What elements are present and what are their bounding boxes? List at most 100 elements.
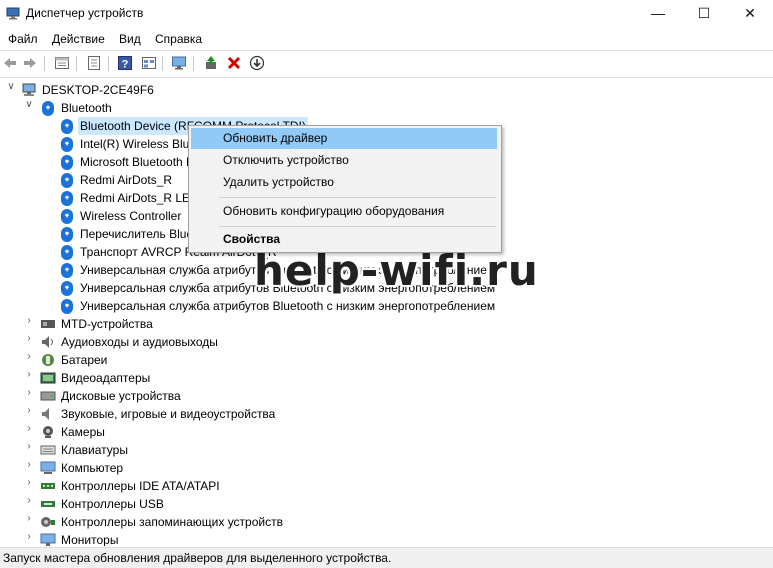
menu-separator xyxy=(219,226,496,227)
bluetooth-icon: ᛭ xyxy=(61,299,73,314)
tree-item[interactable]: Redmi AirDots_R LE xyxy=(80,189,190,207)
toolbar-separator xyxy=(162,56,163,71)
toolbar-separator xyxy=(193,56,194,71)
tree-category[interactable]: Компьютер xyxy=(61,459,123,477)
properties-menu-item[interactable]: Свойства xyxy=(191,229,497,250)
menu-item-label: Обновить конфигурацию оборудования xyxy=(223,204,445,218)
computer-icon xyxy=(40,461,56,474)
collapse-chevron-icon[interactable]: ∨ xyxy=(24,99,34,117)
menu-file[interactable]: Файл xyxy=(8,32,38,46)
tree-category[interactable]: Мониторы xyxy=(61,531,118,546)
battery-icon xyxy=(42,354,54,366)
title-bar: Диспетчер устройств — ☐ ✕ xyxy=(0,0,773,28)
show-hidden-icon[interactable] xyxy=(54,55,70,71)
expand-chevron-icon[interactable]: › xyxy=(24,441,34,459)
monitor-icon xyxy=(40,533,56,546)
keyboard-icon xyxy=(40,445,56,455)
bluetooth-icon: ᛭ xyxy=(61,263,73,278)
expand-chevron-icon[interactable]: › xyxy=(24,495,34,513)
uninstall-device-menu-item[interactable]: Удалить устройство xyxy=(191,172,497,193)
monitor-icon[interactable] xyxy=(171,55,187,71)
bluetooth-icon: ᛭ xyxy=(61,245,73,260)
vertical-scrollbar[interactable] xyxy=(761,78,773,546)
properties-icon[interactable] xyxy=(86,55,102,71)
expand-chevron-icon[interactable]: › xyxy=(24,405,34,423)
bluetooth-icon: ᛭ xyxy=(61,119,73,134)
maximize-icon: ☐ xyxy=(697,5,711,21)
back-arrow-icon[interactable] xyxy=(2,55,18,71)
tree-category[interactable]: Клавиатуры xyxy=(61,441,128,459)
tree-item[interactable]: Redmi AirDots_R xyxy=(80,171,172,189)
bluetooth-icon: ᛭ xyxy=(42,101,54,116)
menu-view[interactable]: Вид xyxy=(119,32,141,46)
expand-chevron-icon[interactable]: › xyxy=(24,333,34,351)
expand-chevron-icon[interactable]: › xyxy=(24,531,34,546)
ide-icon xyxy=(41,483,55,489)
expand-chevron-icon[interactable]: › xyxy=(24,369,34,387)
expand-chevron-icon[interactable]: › xyxy=(24,351,34,369)
status-bar: Запуск мастера обновления драйверов для … xyxy=(0,547,773,568)
tree-item[interactable]: Wireless Controller xyxy=(80,207,181,225)
tree-category[interactable]: MTD-устройства xyxy=(61,315,153,333)
toolbar: ? xyxy=(0,50,773,78)
svg-text:?: ? xyxy=(122,59,129,71)
bluetooth-icon: ᛭ xyxy=(61,227,73,242)
usb-icon xyxy=(41,501,55,507)
bluetooth-icon: ᛭ xyxy=(61,155,73,170)
close-button[interactable]: ✕ xyxy=(727,0,773,28)
download-icon[interactable] xyxy=(249,55,265,71)
expand-chevron-icon[interactable]: › xyxy=(24,477,34,495)
menu-help[interactable]: Справка xyxy=(155,32,202,46)
tree-category-bluetooth[interactable]: Bluetooth xyxy=(61,99,112,117)
expand-chevron-icon[interactable]: › xyxy=(24,315,34,333)
bluetooth-icon: ᛭ xyxy=(61,191,73,206)
mtd-icon xyxy=(41,320,55,328)
sound-icon xyxy=(42,408,49,420)
menu-separator xyxy=(219,197,496,198)
collapse-chevron-icon[interactable]: ∨ xyxy=(6,81,16,99)
watermark: help-wifi.ru xyxy=(254,246,539,295)
scan-hardware-menu-item[interactable]: Обновить конфигурацию оборудования xyxy=(191,201,497,222)
view-icon[interactable] xyxy=(141,55,157,71)
update-driver-menu-item[interactable]: Обновить драйвер xyxy=(191,128,497,149)
toolbar-separator xyxy=(108,56,109,71)
camera-icon xyxy=(43,426,53,438)
display-adapter-icon xyxy=(40,372,56,384)
disable-device-menu-item[interactable]: Отключить устройство xyxy=(191,150,497,171)
disk-icon xyxy=(40,391,56,401)
storage-icon xyxy=(41,517,55,527)
tree-category[interactable]: Видеоадаптеры xyxy=(61,369,150,387)
status-text: Запуск мастера обновления драйверов для … xyxy=(3,551,392,565)
maximize-button[interactable]: ☐ xyxy=(681,0,727,28)
forward-arrow-icon[interactable] xyxy=(22,55,38,71)
tree-root-label[interactable]: DESKTOP-2CE49F6 xyxy=(42,81,154,99)
tree-category[interactable]: Звуковые, игровые и видеоустройства xyxy=(61,405,275,423)
minimize-icon: — xyxy=(651,5,665,21)
help-icon[interactable]: ? xyxy=(117,55,133,71)
tree-category[interactable]: Дисковые устройства xyxy=(61,387,181,405)
toolbar-separator xyxy=(76,56,77,71)
tree-item[interactable]: Универсальная служба атрибутов Bluetooth… xyxy=(80,297,495,315)
expand-chevron-icon[interactable]: › xyxy=(24,513,34,531)
bluetooth-icon: ᛭ xyxy=(61,173,73,188)
uninstall-icon[interactable] xyxy=(226,55,242,71)
tree-category[interactable]: Контроллеры запоминающих устройств xyxy=(61,513,283,531)
computer-icon xyxy=(22,83,36,96)
minimize-button[interactable]: — xyxy=(635,0,681,28)
bluetooth-icon: ᛭ xyxy=(61,281,73,296)
menu-item-label: Свойства xyxy=(223,232,281,246)
update-driver-icon[interactable] xyxy=(203,55,219,71)
window-title: Диспетчер устройств xyxy=(26,6,144,20)
expand-chevron-icon[interactable]: › xyxy=(24,459,34,477)
menu-action[interactable]: Действие xyxy=(52,32,105,46)
bluetooth-icon: ᛭ xyxy=(61,137,73,152)
tree-category[interactable]: Контроллеры USB xyxy=(61,495,164,513)
tree-category[interactable]: Камеры xyxy=(61,423,105,441)
expand-chevron-icon[interactable]: › xyxy=(24,423,34,441)
toolbar-separator xyxy=(44,56,45,71)
tree-category[interactable]: Аудиовходы и аудиовыходы xyxy=(61,333,218,351)
menu-bar: Файл Действие Вид Справка xyxy=(0,28,773,50)
tree-category[interactable]: Контроллеры IDE ATA/ATAPI xyxy=(61,477,220,495)
tree-category[interactable]: Батареи xyxy=(61,351,107,369)
expand-chevron-icon[interactable]: › xyxy=(24,387,34,405)
